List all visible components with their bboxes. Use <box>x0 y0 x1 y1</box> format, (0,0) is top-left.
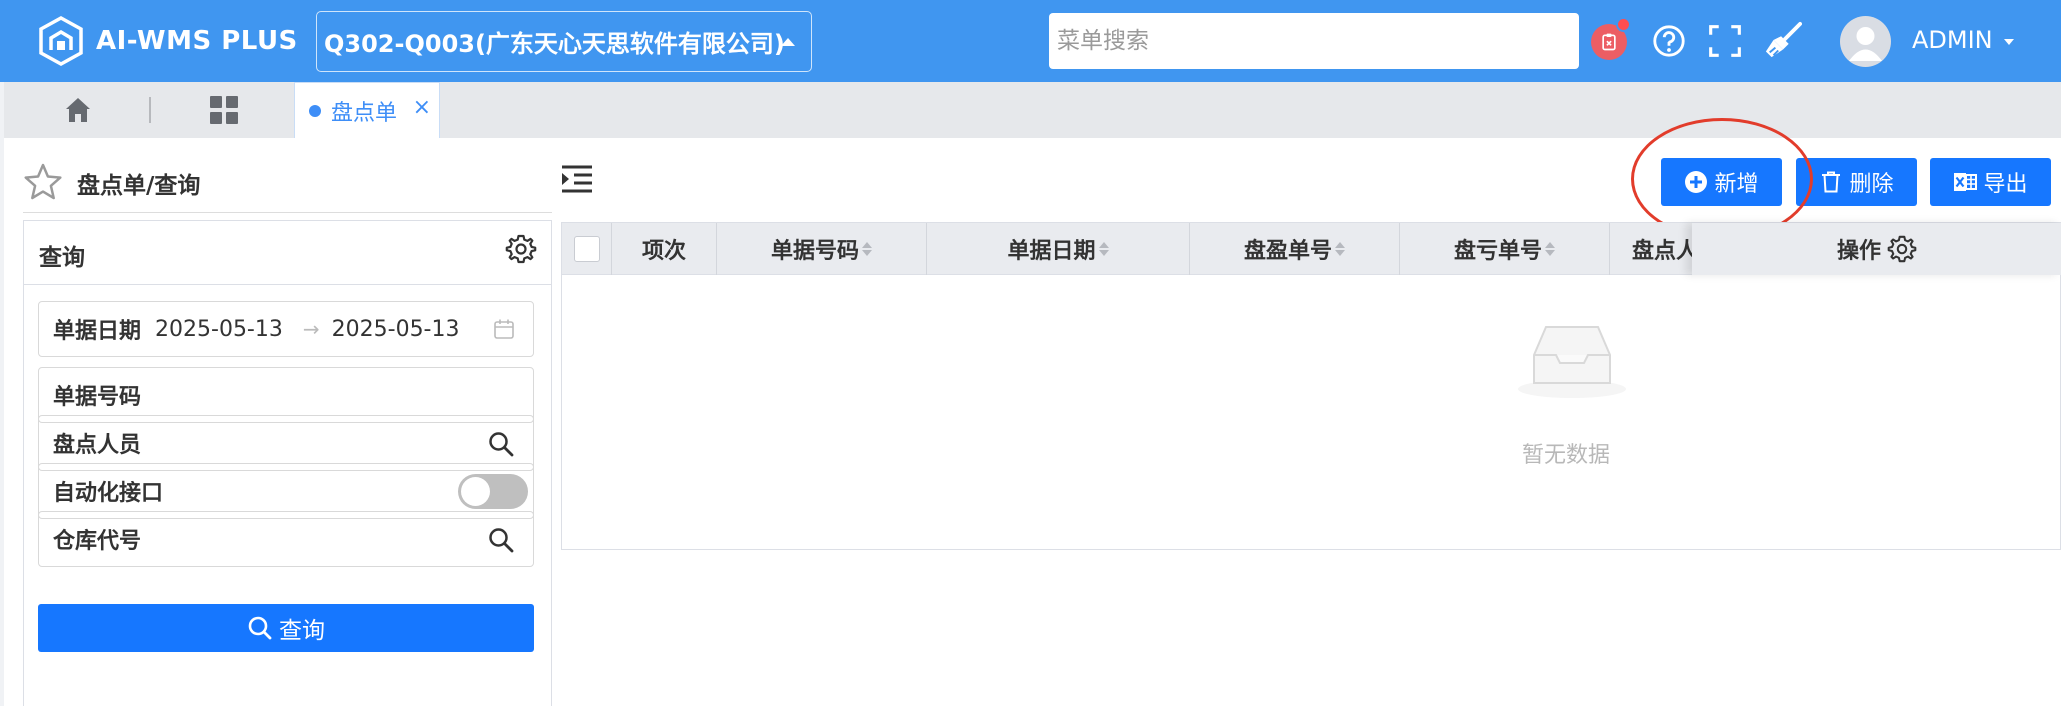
table-header: 项次 单据号码 单据日期 盘盈单号 盘亏单号 盘点人 操作 <box>562 223 2061 275</box>
menu-search-input[interactable] <box>1049 13 1579 69</box>
clear-cache-button[interactable] <box>1763 20 1803 62</box>
delete-button-label: 删除 <box>1849 172 1894 197</box>
column-settings-gear-icon[interactable] <box>1887 234 1917 264</box>
empty-inbox-icon <box>1518 326 1626 398</box>
user-avatar[interactable] <box>1840 16 1891 67</box>
column-label: 盘点人 <box>1632 239 1699 264</box>
trash-icon <box>1822 171 1841 193</box>
search-icon[interactable] <box>487 526 515 554</box>
title-divider <box>23 212 552 213</box>
search-panel: 查询 单据日期 2025-05-13 → 2025-05-13 单据号码 盘点人… <box>23 220 552 706</box>
user-caret-icon[interactable] <box>2004 39 2014 45</box>
company-selector[interactable]: Q302-Q003(广东天心天思软件有限公司) <box>316 11 812 72</box>
app-logo[interactable]: AI-WMS PLUS <box>38 16 298 66</box>
sort-icon[interactable] <box>1098 242 1109 256</box>
operations-label: 操作 <box>1836 239 1881 264</box>
date-range-arrow: → <box>302 317 320 341</box>
sort-icon[interactable] <box>862 242 872 256</box>
empty-state: 暂无数据 <box>562 275 2061 550</box>
column-header-operations: 操作 <box>1692 223 2061 275</box>
tab-active-dot <box>309 104 321 117</box>
column-label: 项次 <box>641 239 686 264</box>
close-tab-icon[interactable]: × <box>413 97 431 119</box>
empty-text: 暂无数据 <box>1522 443 1611 468</box>
date-range-field[interactable]: 单据日期 2025-05-13 → 2025-05-13 <box>38 301 534 357</box>
column-header-deficit-no[interactable]: 盘亏单号 <box>1400 223 1610 275</box>
broom-icon <box>1765 22 1802 58</box>
top-header: AI-WMS PLUS Q302-Q003(广东天心天思软件有限公司) 菜单搜索… <box>0 0 2061 82</box>
fullscreen-icon <box>1709 25 1741 57</box>
search-panel-title: 查询 <box>39 245 85 271</box>
tab-label: 盘点单 <box>331 100 398 126</box>
counter-label: 盘点人员 <box>53 433 142 458</box>
date-start-input[interactable]: 2025-05-13 <box>155 317 283 342</box>
warehouse-field[interactable]: 仓库代号 <box>38 511 534 567</box>
settings-gear-icon[interactable] <box>505 233 537 265</box>
date-end-input[interactable]: 2025-05-13 <box>332 317 460 342</box>
help-button[interactable] <box>1650 22 1688 60</box>
caret-up-icon <box>781 38 795 46</box>
sort-icon[interactable] <box>1335 242 1345 256</box>
sort-icon[interactable] <box>1545 242 1555 256</box>
main-content: 盘点单/查询 查询 单据日期 2025-05-13 → 2025-05-13 单… <box>4 118 2061 706</box>
data-table: 项次 单据号码 单据日期 盘盈单号 盘亏单号 盘点人 操作 暂无数据 <box>561 222 2061 550</box>
toggle-sidebar-icon[interactable] <box>560 162 594 196</box>
delete-button[interactable]: 删除 <box>1796 158 1917 206</box>
favorite-star-icon[interactable] <box>23 162 63 202</box>
logo-icon <box>39 16 83 66</box>
tab-separator <box>149 97 151 123</box>
search-icon <box>248 616 272 640</box>
app-title: AI-WMS PLUS <box>96 26 298 56</box>
export-button-label: 导出 <box>1983 172 2028 197</box>
company-selector-value: Q302-Q003(广东天心天思软件有限公司) <box>324 30 785 58</box>
search-panel-header: 查询 <box>24 221 551 285</box>
auto-interface-label: 自动化接口 <box>53 481 164 506</box>
toggle-knob <box>461 477 490 506</box>
query-button-label: 查询 <box>279 618 325 644</box>
column-label: 单据号码 <box>770 239 859 264</box>
calendar-icon[interactable] <box>493 318 515 340</box>
excel-icon <box>1954 173 1978 191</box>
grid-icon[interactable] <box>208 94 240 126</box>
user-icon <box>1849 27 1882 61</box>
doc-no-label: 单据号码 <box>53 385 142 410</box>
column-label: 单据日期 <box>1007 239 1096 264</box>
select-all-cell <box>562 223 612 275</box>
column-label: 盘盈单号 <box>1243 239 1332 264</box>
notification-button[interactable] <box>1591 17 1631 60</box>
notification-dot <box>1616 17 1631 32</box>
search-icon[interactable] <box>487 430 515 458</box>
page-title: 盘点单/查询 <box>77 173 201 199</box>
clipboard-x-icon <box>1602 33 1616 51</box>
auto-interface-toggle[interactable] <box>458 474 528 509</box>
help-icon <box>1653 25 1685 57</box>
warehouse-label: 仓库代号 <box>53 529 142 554</box>
column-header-doc-date[interactable]: 单据日期 <box>927 223 1190 275</box>
column-header-item: 项次 <box>612 223 717 275</box>
home-icon[interactable] <box>62 94 94 126</box>
user-name[interactable]: ADMIN <box>1912 26 1993 54</box>
query-button[interactable]: 查询 <box>38 604 534 652</box>
tab-inventory-count[interactable]: 盘点单 × <box>294 82 440 138</box>
column-label: 盘亏单号 <box>1453 239 1542 264</box>
export-button[interactable]: 导出 <box>1930 158 2051 206</box>
column-header-surplus-no[interactable]: 盘盈单号 <box>1190 223 1400 275</box>
fullscreen-button[interactable] <box>1706 22 1744 60</box>
column-header-doc-no[interactable]: 单据号码 <box>717 223 927 275</box>
select-all-checkbox[interactable] <box>573 236 600 262</box>
date-label: 单据日期 <box>53 319 142 344</box>
